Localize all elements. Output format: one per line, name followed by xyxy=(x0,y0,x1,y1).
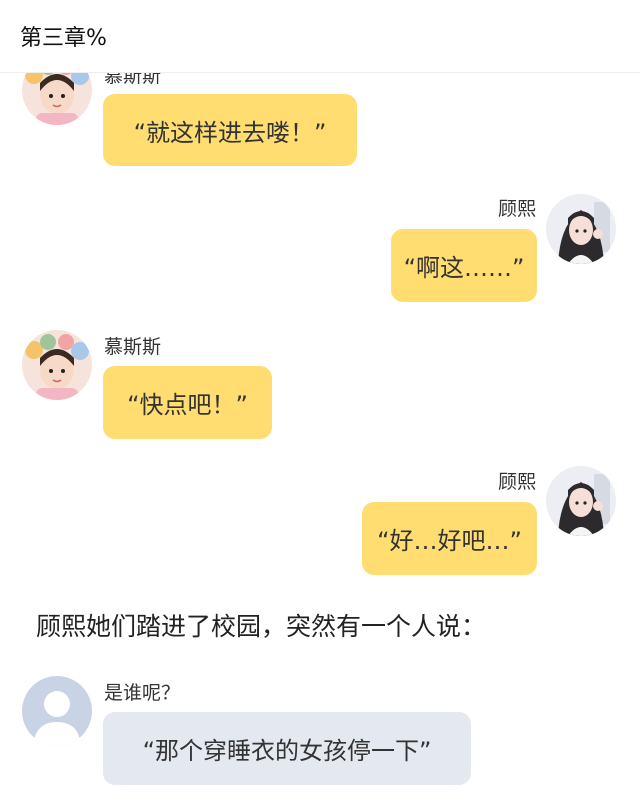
chat-content[interactable]: 慕斯斯 “就这样进去喽！” 顾熙 “啊这……” 慕斯斯 “快点吧！” 顾熙 “好… xyxy=(0,73,640,801)
chapter-title: 第三章% xyxy=(20,26,107,51)
message-bubble: “那个穿睡衣的女孩停一下” xyxy=(103,712,471,785)
message-text: “啊这……” xyxy=(403,254,525,282)
message-bubble: “好…好吧…” xyxy=(362,502,537,575)
sender-name: 慕斯斯 xyxy=(104,336,162,358)
sender-name: 慕斯斯 xyxy=(104,73,162,87)
girl-photo-avatar[interactable] xyxy=(546,194,616,264)
default-user-avatar[interactable] xyxy=(22,676,92,746)
sender-name: 顾熙 xyxy=(497,198,536,220)
message-bubble: “快点吧！” xyxy=(103,366,272,439)
message-text: “那个穿睡衣的女孩停一下” xyxy=(142,737,432,765)
girl-photo-avatar[interactable] xyxy=(546,466,616,536)
sender-name: 是谁呢？ xyxy=(104,682,181,704)
girl-bow-avatar[interactable] xyxy=(22,73,92,125)
top-bar: 第三章% xyxy=(0,0,640,73)
narration-text: 顾熙她们踏进了校园，突然有一个人说： xyxy=(36,612,487,641)
sender-name: 顾熙 xyxy=(497,471,536,493)
message-bubble: “啊这……” xyxy=(391,229,537,302)
girl-bow-avatar[interactable] xyxy=(22,330,92,400)
message-bubble: “就这样进去喽！” xyxy=(103,94,357,166)
message-text: “快点吧！” xyxy=(127,391,248,419)
message-text: “好…好吧…” xyxy=(377,527,522,555)
message-text: “就这样进去喽！” xyxy=(133,118,327,147)
